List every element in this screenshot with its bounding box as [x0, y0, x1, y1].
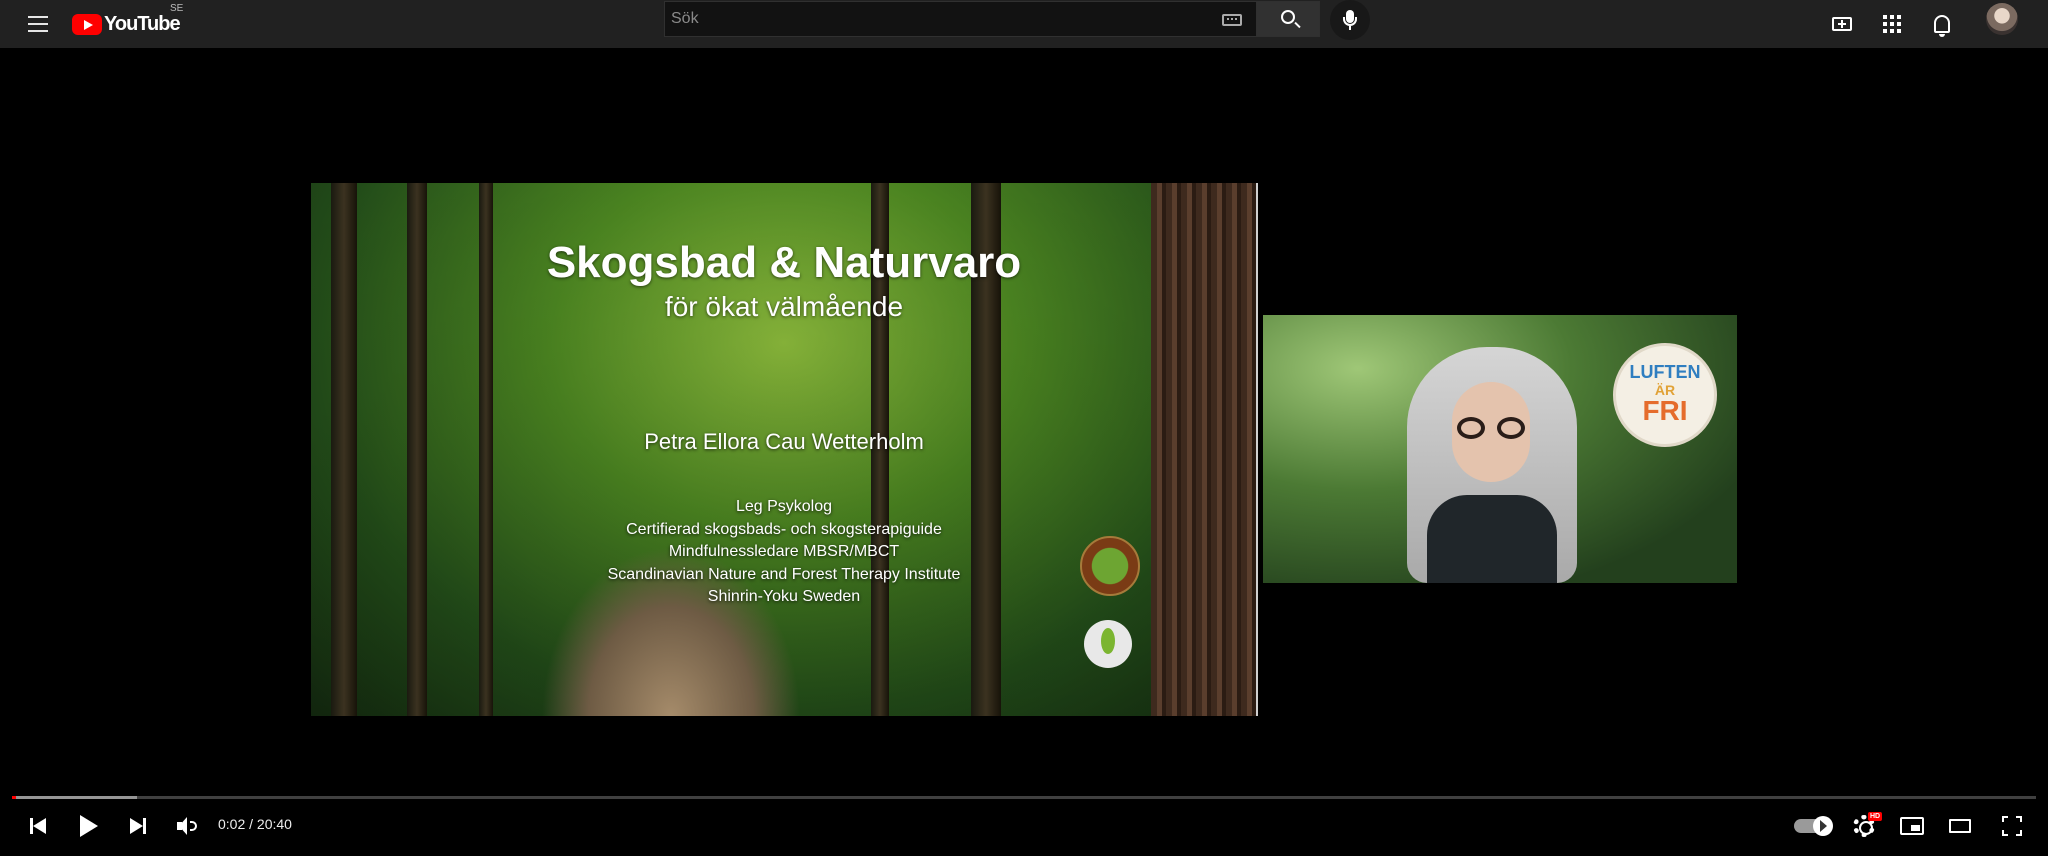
fullscreen-icon	[2002, 816, 2022, 836]
fullscreen-button[interactable]	[1994, 808, 2030, 844]
skip-next-icon	[130, 818, 146, 834]
next-button[interactable]	[120, 808, 156, 844]
previous-button[interactable]	[20, 808, 56, 844]
slide-title: Skogsbad & Naturvaro	[546, 238, 1022, 287]
play-icon	[78, 815, 98, 837]
apps-button[interactable]	[1872, 4, 1912, 44]
search-icon	[1281, 10, 1295, 24]
theater-mode-icon	[1949, 819, 1971, 833]
keyboard-icon[interactable]	[1222, 14, 1242, 26]
badge-top-text: LUFTEN	[1629, 362, 1701, 382]
search-button[interactable]	[1256, 1, 1320, 37]
logo-text: YouTube	[104, 12, 181, 35]
progress-bar[interactable]	[12, 796, 2036, 799]
luften-ar-fri-logo: LUFTEN ÄR FRI	[1613, 343, 1717, 447]
theater-mode-button[interactable]	[1942, 808, 1978, 844]
autoplay-icon	[1794, 816, 1833, 836]
mic-icon-base	[1343, 17, 1357, 26]
youtube-play-icon	[72, 13, 102, 35]
progress-played	[12, 796, 17, 799]
apps-icon	[1883, 15, 1901, 33]
skip-previous-icon	[30, 818, 46, 834]
slide-author: Petra Ellora Cau Wetterholm	[644, 429, 924, 454]
create-button[interactable]	[1822, 4, 1862, 44]
slide-subtitle: för ökat välmående	[664, 291, 904, 322]
presenter-torso	[1427, 495, 1557, 583]
volume-icon	[177, 817, 199, 835]
youtube-logo[interactable]: YouTube	[72, 8, 181, 40]
miniplayer-button[interactable]	[1894, 808, 1930, 844]
menu-icon[interactable]	[22, 8, 54, 40]
presenter-glasses	[1457, 417, 1525, 439]
institute-emblem-icon	[1080, 536, 1140, 596]
autoplay-toggle[interactable]	[1790, 808, 1834, 844]
country-code: SE	[170, 3, 184, 14]
presentation-slide: Skogsbad & Naturvaro för ökat välmående …	[311, 183, 1257, 716]
presenter	[1407, 347, 1577, 583]
play-button[interactable]	[70, 808, 106, 844]
notifications-button[interactable]	[1922, 4, 1962, 44]
search-input[interactable]: Sök	[664, 1, 1256, 37]
bell-icon	[1934, 15, 1950, 37]
mute-button[interactable]	[170, 808, 206, 844]
badge-main-text: FRI	[1642, 395, 1688, 426]
time-display: 0:02 / 20:40	[218, 816, 292, 832]
leaf-logo-icon	[1084, 620, 1132, 668]
create-icon	[1832, 17, 1852, 31]
search-placeholder: Sök	[671, 10, 699, 27]
hd-badge: HD	[1868, 812, 1882, 821]
avatar[interactable]	[1986, 3, 2018, 35]
webcam-feed: LUFTEN ÄR FRI	[1263, 315, 1737, 583]
mic-icon-stem	[1349, 26, 1351, 30]
masthead: YouTube SE Sök	[0, 0, 2048, 48]
slide-divider	[1256, 183, 1258, 716]
credential-line: Leg Psykolog	[735, 498, 833, 515]
progress-loaded	[12, 796, 138, 799]
voice-search-button[interactable]	[1330, 0, 1370, 40]
miniplayer-icon	[1900, 817, 1924, 835]
